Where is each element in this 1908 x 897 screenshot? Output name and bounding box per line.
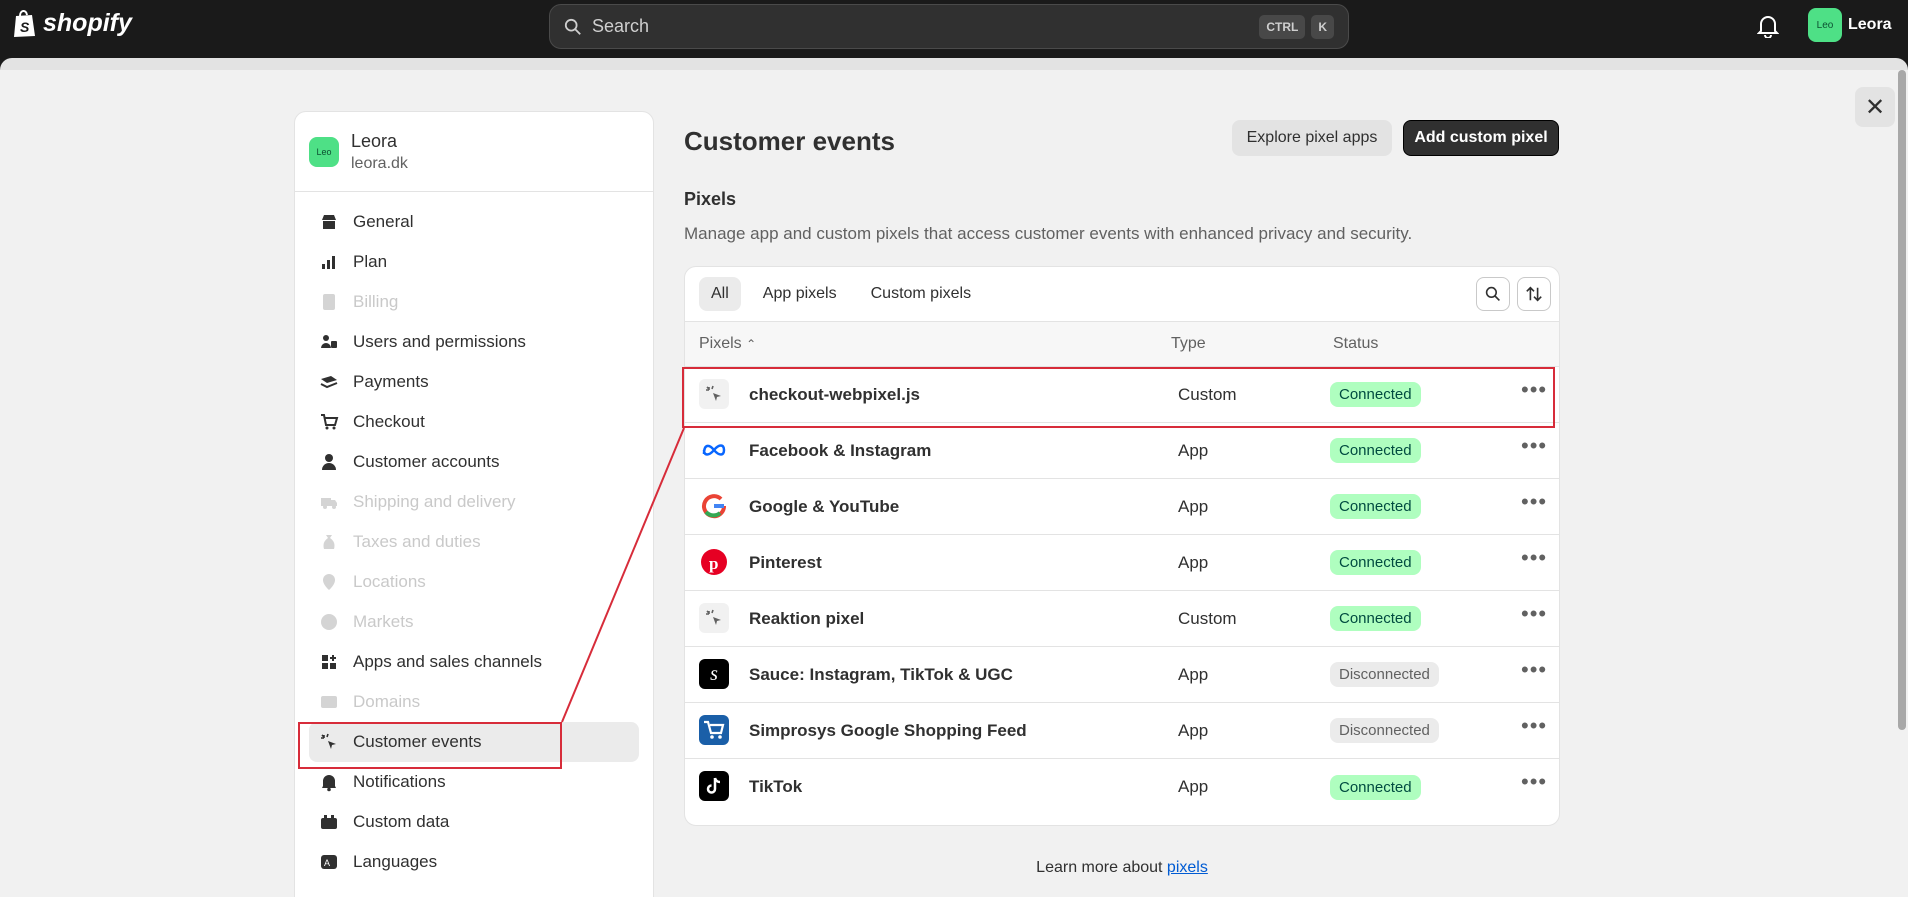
highlight-connector (561, 427, 685, 723)
